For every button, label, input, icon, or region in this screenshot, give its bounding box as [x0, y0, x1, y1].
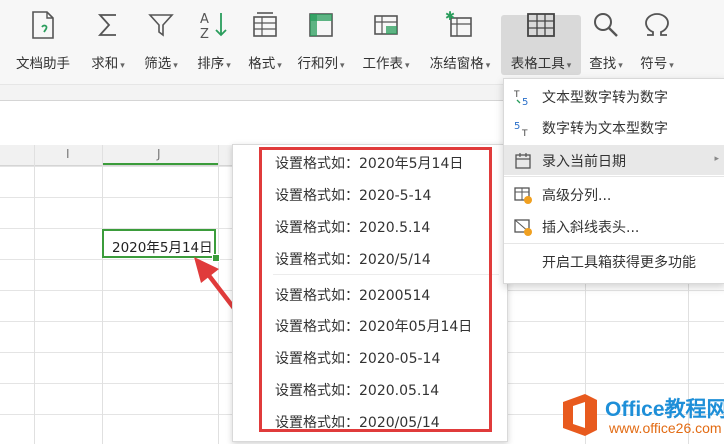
red-highlight-box — [259, 147, 492, 432]
selected-cell-j[interactable]: 2020年5月14日 — [102, 229, 216, 258]
number-to-text-icon: 5T — [514, 119, 532, 139]
tb-label: 行和列 — [297, 56, 338, 72]
ribbon-toolbar: 文档助手 求和▾ 筛选▾ AZ 排序▾ 格式▾ 行和列▾ 工作表▾ — [0, 0, 724, 84]
tb-label: 查找 — [589, 56, 617, 72]
sort-icon: AZ — [197, 8, 231, 42]
worksheet-icon — [369, 8, 403, 42]
rows-columns-icon — [304, 8, 338, 42]
format-icon — [248, 8, 282, 42]
format-button[interactable]: 格式 ▾ — [240, 8, 290, 78]
tb-label: 文档助手 — [16, 56, 70, 72]
rows-columns-button[interactable]: 行和列 ▾ — [292, 8, 350, 78]
omega-symbol-icon — [640, 8, 674, 42]
svg-text:T: T — [521, 129, 528, 137]
menu-item-label: 高级分列... — [542, 188, 612, 204]
chevron-down-icon: ▾ — [669, 61, 674, 71]
table-tools-icon — [524, 8, 558, 42]
svg-text:Z: Z — [200, 27, 209, 40]
chevron-down-icon: ▾ — [226, 61, 231, 71]
menu-item-label: 数字转为文本型数字 — [542, 121, 668, 137]
tb-label: 工作表 — [362, 56, 403, 72]
sort-button[interactable]: AZ 排序 ▾ — [188, 8, 240, 78]
filter-button[interactable]: 筛选 ▾ — [136, 8, 186, 78]
symbol-button[interactable]: 符号 ▾ — [634, 8, 680, 78]
calendar-icon — [514, 152, 532, 170]
document-assistant-button[interactable]: 文档助手 — [8, 8, 78, 78]
menu-item-insert-current-date[interactable]: 录入当前日期 ▸ — [504, 145, 724, 175]
menu-item-label: 插入斜线表头... — [542, 220, 640, 236]
table-tools-button[interactable]: 表格工具 ▾ — [502, 8, 580, 78]
sum-icon — [91, 8, 125, 42]
chevron-down-icon: ▾ — [120, 61, 125, 71]
tb-label: 符号 — [640, 56, 668, 72]
chevron-down-icon: ▾ — [566, 61, 572, 71]
text-to-number-icon: T5 — [513, 88, 532, 108]
tb-label: 表格工具 — [510, 56, 565, 72]
chevron-down-icon: ▾ — [485, 61, 491, 71]
worksheet-button[interactable]: 工作表 ▾ — [356, 8, 416, 78]
tb-label: 排序 — [197, 56, 225, 72]
cell-value: 2020年5月14日 — [112, 240, 213, 256]
find-button[interactable]: 查找 ▾ — [584, 8, 628, 78]
tb-label: 格式 — [248, 56, 276, 72]
menu-item-insert-diagonal-header[interactable]: 插入斜线表头... — [504, 211, 724, 241]
svg-text:A: A — [200, 12, 209, 27]
column-header-j[interactable]: J — [157, 147, 161, 161]
tb-label: 求和 — [91, 56, 119, 72]
tb-label: 冻结窗格 — [429, 56, 484, 72]
office26-watermark: Office教程网 www.office26.com — [555, 388, 724, 444]
menu-item-text-to-number[interactable]: T5 文本型数字转为数字 — [504, 81, 724, 111]
menu-item-open-toolbox[interactable]: 开启工具箱获得更多功能 — [504, 246, 724, 276]
active-column-indicator — [102, 163, 218, 165]
column-header-i[interactable]: I — [66, 147, 70, 161]
tb-label: 筛选 — [144, 56, 172, 72]
grid-vline — [102, 145, 103, 444]
watermark-brand: Office教程网 — [605, 398, 724, 421]
svg-text:✱: ✱ — [445, 10, 455, 23]
office-logo-icon — [563, 394, 597, 436]
menu-divider — [504, 176, 724, 177]
grid-vline — [34, 145, 35, 444]
table-tools-menu: T5 文本型数字转为数字 5T 数字转为文本型数字 录入当前日期 ▸ 高级分列.… — [503, 78, 724, 284]
chevron-down-icon: ▾ — [618, 61, 623, 71]
chevron-down-icon: ▾ — [404, 61, 410, 71]
menu-item-label: 开启工具箱获得更多功能 — [542, 255, 696, 271]
menu-item-label: 文本型数字转为数字 — [542, 90, 668, 106]
search-icon — [589, 8, 623, 42]
chevron-down-icon: ▾ — [339, 61, 345, 71]
chevron-right-icon: ▸ — [714, 154, 719, 164]
svg-text:5: 5 — [522, 97, 528, 106]
menu-item-label: 录入当前日期 — [542, 154, 626, 170]
watermark-url: www.office26.com — [609, 420, 722, 436]
menu-item-advanced-split[interactable]: 高级分列... — [504, 179, 724, 209]
freeze-panes-icon: ✱ — [443, 8, 477, 42]
sum-button[interactable]: 求和 ▾ — [82, 8, 134, 78]
document-assistant-icon — [26, 8, 60, 42]
chevron-down-icon: ▾ — [277, 61, 282, 71]
filter-icon — [144, 8, 178, 42]
menu-divider — [504, 243, 724, 244]
chevron-down-icon: ▾ — [173, 61, 178, 71]
freeze-panes-button[interactable]: ✱ 冻结窗格 ▾ — [422, 8, 498, 78]
menu-item-number-to-text[interactable]: 5T 数字转为文本型数字 — [504, 112, 724, 142]
svg-text:T: T — [514, 90, 520, 100]
svg-text:5: 5 — [514, 121, 520, 132]
diagonal-header-icon — [514, 218, 532, 236]
advanced-split-icon — [514, 186, 532, 204]
